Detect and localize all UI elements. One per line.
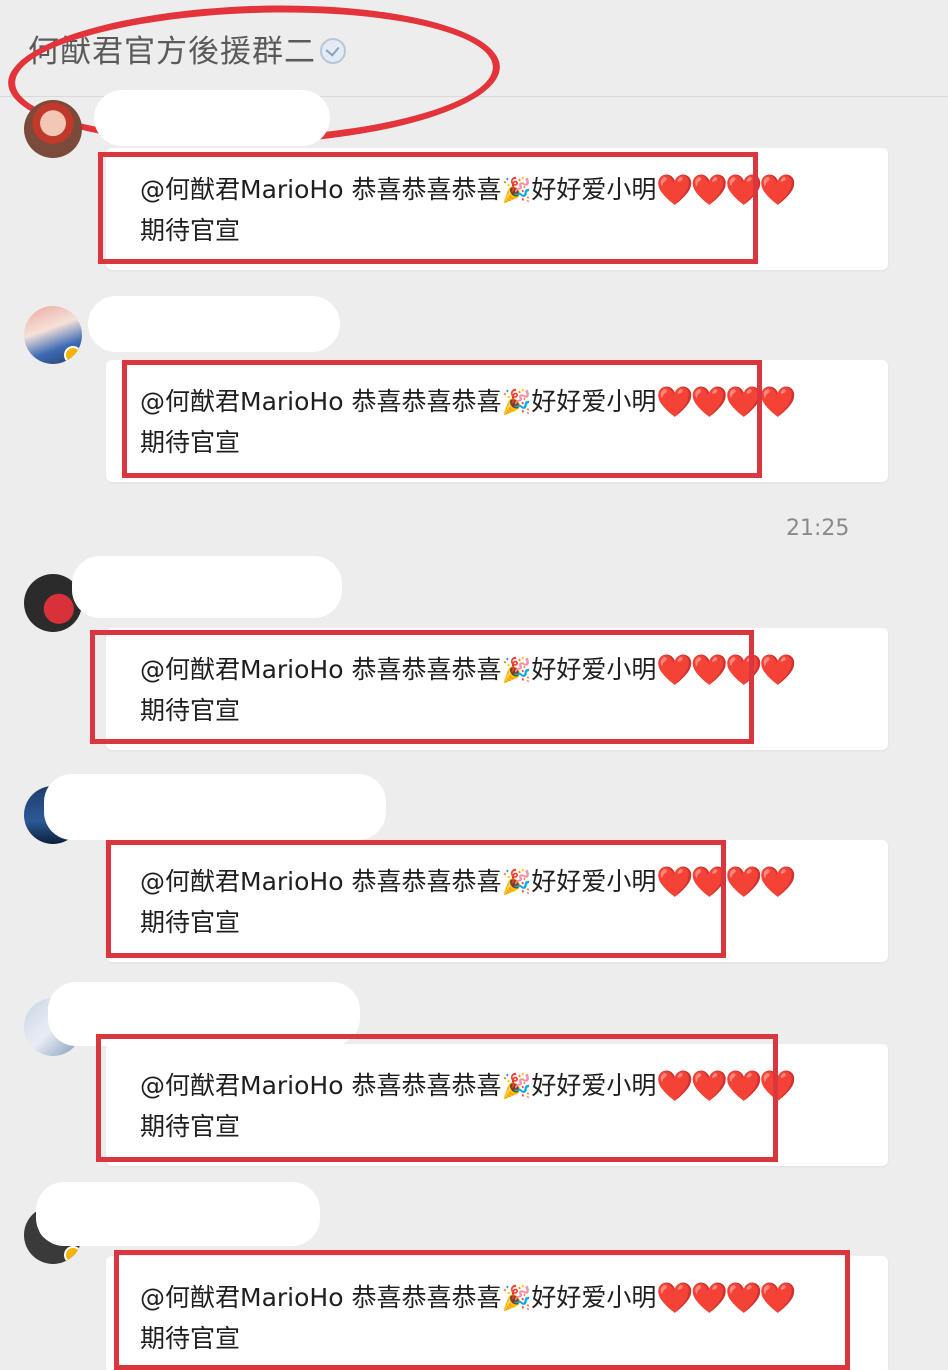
sender-name-redacted	[94, 90, 330, 146]
sender-name-redacted	[44, 774, 386, 840]
avatar[interactable]	[24, 100, 82, 158]
timestamp: 21:25	[786, 516, 850, 541]
annotation-box	[114, 1250, 850, 1370]
sender-name-redacted	[88, 296, 340, 352]
annotation-box	[106, 840, 726, 958]
verified-badge-icon	[64, 346, 82, 364]
sender-name-redacted	[72, 556, 342, 618]
chat-screen: 何猷君官方後援群二 @何猷君MarioHo 恭喜恭喜恭喜🎉好好爱小明❤️❤️❤️…	[0, 0, 948, 1370]
avatar[interactable]	[24, 306, 82, 364]
annotation-box	[122, 360, 762, 478]
annotation-box	[98, 152, 758, 264]
sender-name-redacted	[36, 1182, 320, 1246]
annotation-box	[96, 1034, 778, 1162]
verified-badge-icon	[64, 1246, 82, 1264]
annotation-box	[90, 630, 754, 744]
